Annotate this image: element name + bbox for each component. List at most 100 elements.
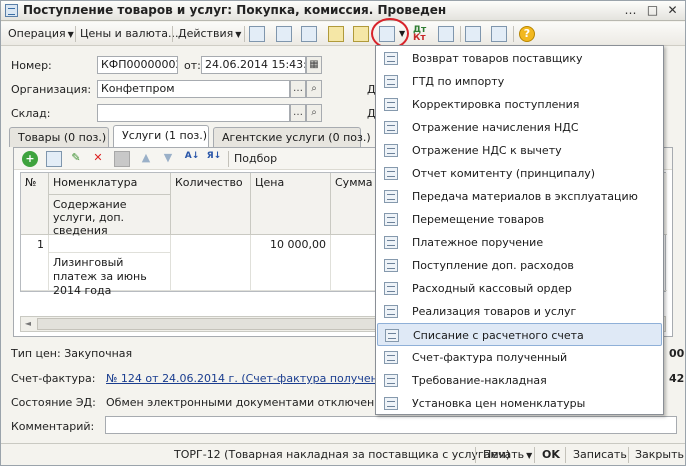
structure-icon[interactable] <box>328 26 344 42</box>
quantity-cell[interactable] <box>171 235 251 291</box>
menu-item-goods-movement[interactable]: Перемещение товаров <box>377 208 662 231</box>
menu-item-received-invoice[interactable]: Счет-фактура полученный <box>377 346 662 369</box>
move-down-icon[interactable]: ▼ <box>160 151 176 167</box>
menu-item-requisition[interactable]: Требование-накладная <box>377 369 662 392</box>
columns-icon[interactable] <box>491 26 507 42</box>
comment-label: Комментарий: <box>11 420 95 433</box>
number-field[interactable]: КФП00000002 <box>97 56 178 74</box>
dt-kt-icon[interactable]: Дт Кт <box>413 26 429 43</box>
maximize-button[interactable]: □ <box>645 3 660 18</box>
close-button[interactable]: Закрыть <box>635 448 684 461</box>
copy-row-icon[interactable] <box>46 151 62 167</box>
save-button[interactable]: Записать <box>573 448 627 461</box>
invoice-link[interactable]: № 124 от 24.06.2014 г. (Счет-фактура пол… <box>106 372 376 385</box>
selection-button[interactable]: Подбор <box>234 152 277 165</box>
help-icon[interactable]: ? <box>519 26 535 42</box>
print-button[interactable]: Печать ▼ <box>483 448 532 461</box>
menu-item-materials-transfer[interactable]: Передача материалов в эксплуатацию <box>377 185 662 208</box>
chevron-down-icon: ▼ <box>67 30 74 39</box>
menu-item-vat-deduction[interactable]: Отражение НДС к вычету <box>377 139 662 162</box>
menu-item-return-to-supplier[interactable]: Возврат товаров поставщику <box>377 47 662 70</box>
toolbar-divider <box>460 26 461 42</box>
hierarchy-icon[interactable] <box>465 26 481 42</box>
warehouse-field[interactable] <box>97 104 290 122</box>
journal-icon[interactable] <box>353 26 369 42</box>
main-toolbar: Операция ▼ Цены и валюта... Действия ▼ ▼ Д… <box>1 22 685 46</box>
menu-item-label: ГТД по импорту <box>412 75 505 88</box>
create-based-on-menu: Возврат товаров поставщику ГТД по импорт… <box>375 45 664 415</box>
menu-item-set-prices[interactable]: Установка цен номенклатуры <box>377 392 662 415</box>
document-icon <box>384 75 398 88</box>
menu-item-label: Перемещение товаров <box>412 213 545 226</box>
end-edit-icon[interactable] <box>114 151 130 167</box>
menu-item-receipt-adjustment[interactable]: Корректировка поступления <box>377 93 662 116</box>
menu-item-cash-outflow-order[interactable]: Расходный кассовый ордер <box>377 277 662 300</box>
service-content-cell[interactable]: Лизинговый платеж за июнь 2014 года <box>49 253 171 297</box>
document-icon <box>384 167 398 180</box>
document-window: Поступление товаров и услуг: Покупка, ко… <box>0 0 686 466</box>
open-search-icon[interactable]: ⌕ <box>306 80 322 98</box>
operation-menu-button[interactable]: Операция ▼ <box>5 25 77 43</box>
menu-item-additional-expenses[interactable]: Поступление доп. расходов <box>377 254 662 277</box>
document-icon <box>384 259 398 272</box>
report-icon[interactable] <box>438 26 454 42</box>
close-window-button[interactable]: ✕ <box>665 3 680 18</box>
header-nomenclature[interactable]: Номенклатура <box>49 173 171 195</box>
torg12-print-link[interactable]: ТОРГ-12 (Товарная накладная за поставщик… <box>174 448 510 461</box>
row-number-cell[interactable]: 1 <box>21 235 49 291</box>
add-row-icon[interactable]: + <box>22 151 38 167</box>
header-service-content[interactable]: Содержание услуги, доп. сведения <box>49 195 171 237</box>
move-up-icon[interactable]: ▲ <box>138 151 154 167</box>
header-quantity[interactable]: Количество <box>171 173 251 235</box>
sort-desc-icon[interactable]: Я↓ <box>206 151 222 167</box>
document-icon <box>384 397 398 410</box>
refresh-icon[interactable] <box>276 26 292 42</box>
price-cell[interactable]: 10 000,00 <box>251 235 331 291</box>
ok-button[interactable]: OK <box>542 448 560 461</box>
header-price[interactable]: Цена <box>251 173 331 235</box>
toolbar-divider <box>228 151 229 167</box>
menu-item-vat-accrual[interactable]: Отражение начисления НДС <box>377 116 662 139</box>
select-dots-button[interactable]: … <box>290 80 306 98</box>
delete-row-icon[interactable]: ✕ <box>90 151 106 167</box>
menu-item-label: Реализация товаров и услуг <box>412 305 577 318</box>
tab-services[interactable]: Услуги (1 поз.) <box>113 125 209 147</box>
menu-item-label: Списание с расчетного счета <box>413 329 584 342</box>
organization-label: Организация: <box>11 83 92 96</box>
scroll-left-icon[interactable]: ◄ <box>21 317 35 331</box>
calendar-icon[interactable]: ▦ <box>306 56 322 74</box>
menu-item-label: Счет-фактура полученный <box>412 351 568 364</box>
menu-item-payment-order[interactable]: Платежное поручение <box>377 231 662 254</box>
toolbar-divider <box>513 26 514 42</box>
total-value: 00 <box>669 347 685 360</box>
menu-item-customs-declaration[interactable]: ГТД по импорту <box>377 70 662 93</box>
menu-item-sales[interactable]: Реализация товаров и услуг <box>377 300 662 323</box>
number-label: Номер: <box>11 59 52 72</box>
menu-item-label: Расходный кассовый ордер <box>412 282 572 295</box>
header-number[interactable]: № <box>21 173 49 235</box>
vat-value: 42 <box>669 372 685 385</box>
menu-item-bank-withdrawal[interactable]: Списание с расчетного счета <box>377 323 662 346</box>
actions-menu-button[interactable]: Действия ▼ <box>175 25 244 43</box>
date-field[interactable]: 24.06.2014 15:43:33 <box>201 56 306 74</box>
ed-status-value: Обмен электронными документами отключен <box>106 396 375 409</box>
comment-field[interactable] <box>105 416 677 434</box>
document-icon <box>384 144 398 157</box>
document-icon <box>385 329 399 342</box>
menu-dots-button[interactable]: … <box>623 3 638 18</box>
post-document-icon[interactable] <box>249 26 265 42</box>
menu-item-label: Отражение НДС к вычету <box>412 144 562 157</box>
open-search-icon[interactable]: ⌕ <box>306 104 322 122</box>
sort-asc-icon[interactable]: A↓ <box>184 151 200 167</box>
select-dots-button[interactable]: … <box>290 104 306 122</box>
edit-row-icon[interactable]: ✎ <box>68 151 84 167</box>
copy-document-icon[interactable] <box>301 26 317 42</box>
organization-field[interactable]: Конфетпром <box>97 80 290 98</box>
tab-goods[interactable]: Товары (0 поз.) <box>9 127 109 147</box>
menu-item-committent-report[interactable]: Отчет комитенту (принципалу) <box>377 162 662 185</box>
document-icon <box>384 374 398 387</box>
nomenclature-cell[interactable] <box>49 235 171 253</box>
tab-agent-services[interactable]: Агентские услуги (0 поз.) <box>213 127 371 147</box>
prices-currency-button[interactable]: Цены и валюта... <box>77 25 181 43</box>
document-icon <box>384 52 398 65</box>
